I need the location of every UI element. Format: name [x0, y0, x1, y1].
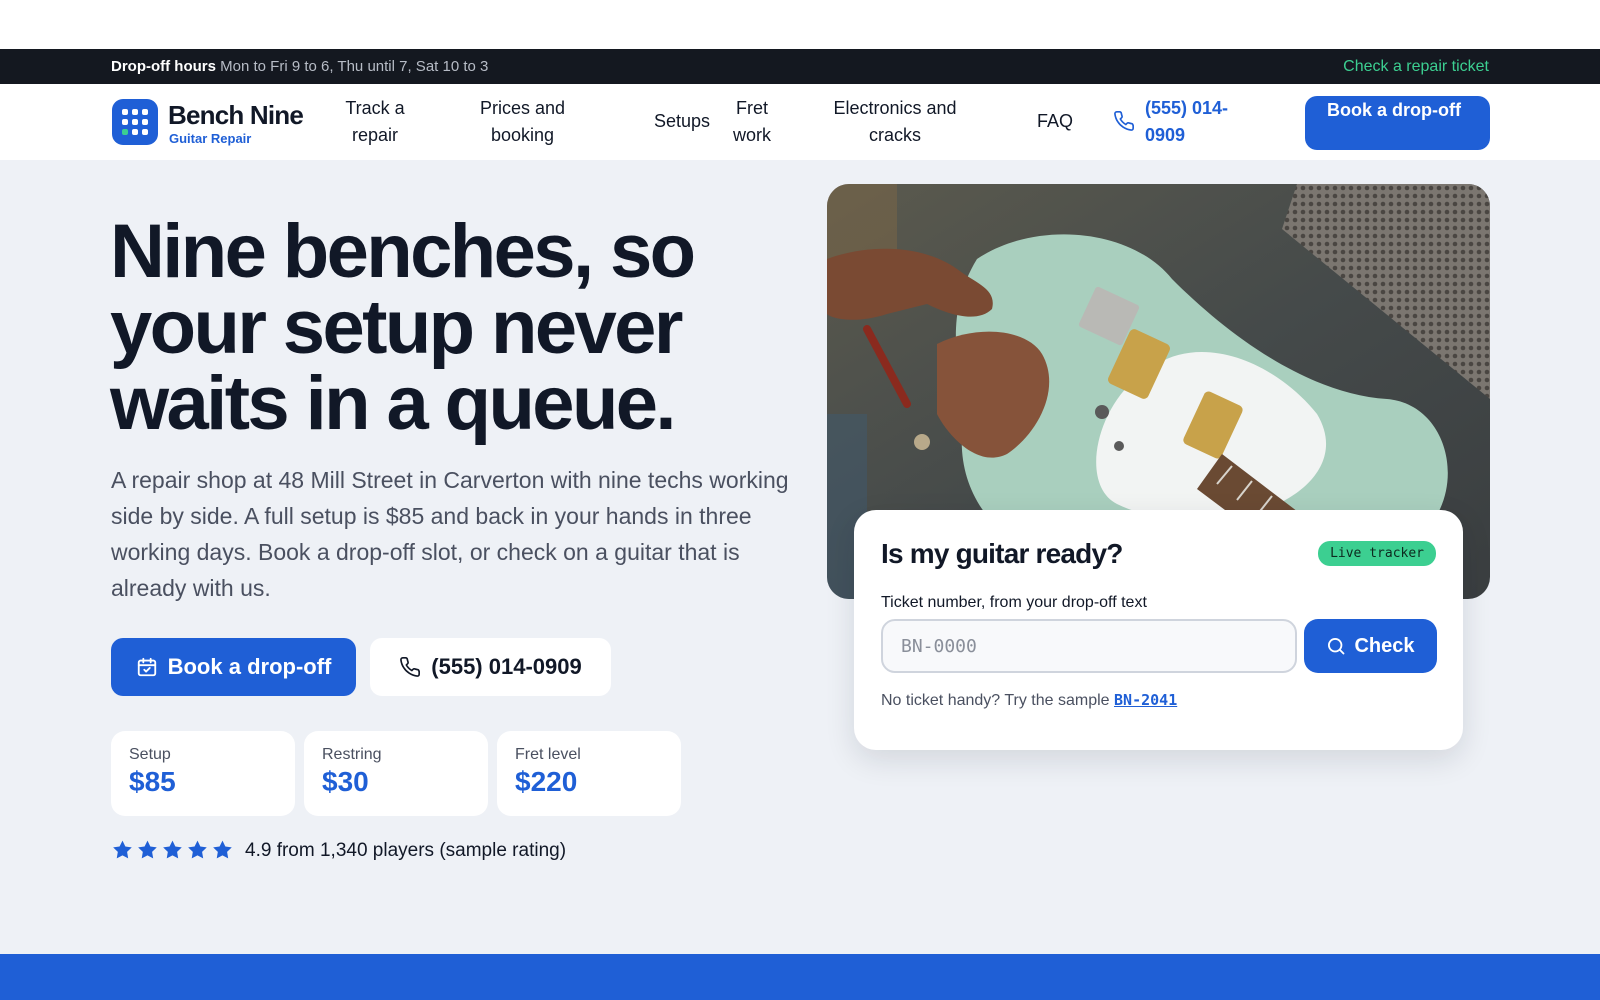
phone-icon: [400, 657, 421, 677]
live-tracker-badge: Live tracker: [1318, 541, 1436, 566]
repair-tracker-card: Is my guitar ready? Live tracker Ticket …: [854, 510, 1463, 750]
price-card-fret-level: Fret level $220: [497, 731, 681, 816]
nav-setups[interactable]: Setups: [650, 108, 714, 135]
price-label: Restring: [322, 746, 382, 763]
call-button-label: (555) 014-0909: [431, 654, 582, 679]
hero-section: Nine benches, so your setup never waits …: [0, 160, 1600, 954]
ticket-number-input[interactable]: [881, 619, 1297, 673]
book-dropoff-label: Book a drop-off: [167, 654, 332, 679]
hours-label: Drop-off hours: [111, 58, 216, 75]
nav-fret-work[interactable]: Fret work: [722, 95, 782, 149]
top-spacer: [0, 0, 1600, 49]
star-icon: [163, 840, 182, 859]
calendar-check-icon: [137, 657, 156, 677]
nav-phone-link[interactable]: (555) 014-0909: [1145, 95, 1265, 149]
check-ticket-link[interactable]: Check a repair ticket: [1343, 58, 1489, 76]
ticket-field-label: Ticket number, from your drop-off text: [881, 594, 1147, 611]
price-value: $30: [322, 766, 369, 797]
star-icon: [113, 840, 132, 859]
sample-prefix: No ticket handy? Try the sample: [881, 692, 1110, 709]
main-nav: Bench Nine Guitar Repair Track a repair …: [0, 84, 1600, 160]
sample-ticket-hint: No ticket handy? Try the sample BN-2041: [881, 691, 1177, 710]
grid-logo-icon[interactable]: [112, 99, 158, 145]
nav-faq[interactable]: FAQ: [1034, 108, 1076, 135]
check-button[interactable]: Check: [1304, 619, 1437, 673]
price-value: $220: [515, 766, 578, 797]
sample-ticket-link[interactable]: BN-2041: [1114, 691, 1177, 709]
check-button-label: Check: [1354, 634, 1415, 657]
star-icon: [138, 840, 157, 859]
next-section-band: [0, 954, 1600, 1000]
tracker-title: Is my guitar ready?: [881, 538, 1123, 569]
book-dropoff-button[interactable]: Book a drop-off: [111, 638, 356, 696]
price-card-setup: Setup $85: [111, 731, 295, 816]
dropoff-hours: Drop-off hours Mon to Fri 9 to 6, Thu un…: [111, 58, 488, 75]
star-rating: [111, 839, 234, 861]
star-icon: [213, 840, 232, 859]
rating-text: 4.9 from 1,340 players (sample rating): [245, 840, 567, 861]
hours-detail: Mon to Fri 9 to 6, Thu until 7, Sat 10 t…: [220, 58, 489, 75]
price-card-restring: Restring $30: [304, 731, 488, 816]
price-value: $85: [129, 766, 176, 797]
hero-headline: Nine benches, so your setup never waits …: [110, 209, 696, 446]
phone-icon: [1114, 111, 1134, 131]
price-label: Setup: [129, 746, 171, 763]
call-button[interactable]: (555) 014-0909: [370, 638, 611, 696]
price-label: Fret level: [515, 746, 581, 763]
brand-tagline: Guitar Repair: [169, 131, 252, 146]
search-icon: [1328, 638, 1345, 655]
nav-track-repair[interactable]: Track a repair: [330, 95, 420, 149]
nav-electronics-cracks[interactable]: Electronics and cracks: [820, 95, 970, 149]
nav-prices-booking[interactable]: Prices and booking: [460, 95, 585, 149]
nav-book-dropoff-button[interactable]: Book a drop-off: [1305, 96, 1490, 150]
hours-bar: Drop-off hours Mon to Fri 9 to 6, Thu un…: [0, 49, 1600, 84]
brand-name[interactable]: Bench Nine: [168, 100, 304, 131]
hero-lede: A repair shop at 48 Mill Street in Carve…: [111, 467, 789, 601]
star-icon: [188, 840, 207, 859]
